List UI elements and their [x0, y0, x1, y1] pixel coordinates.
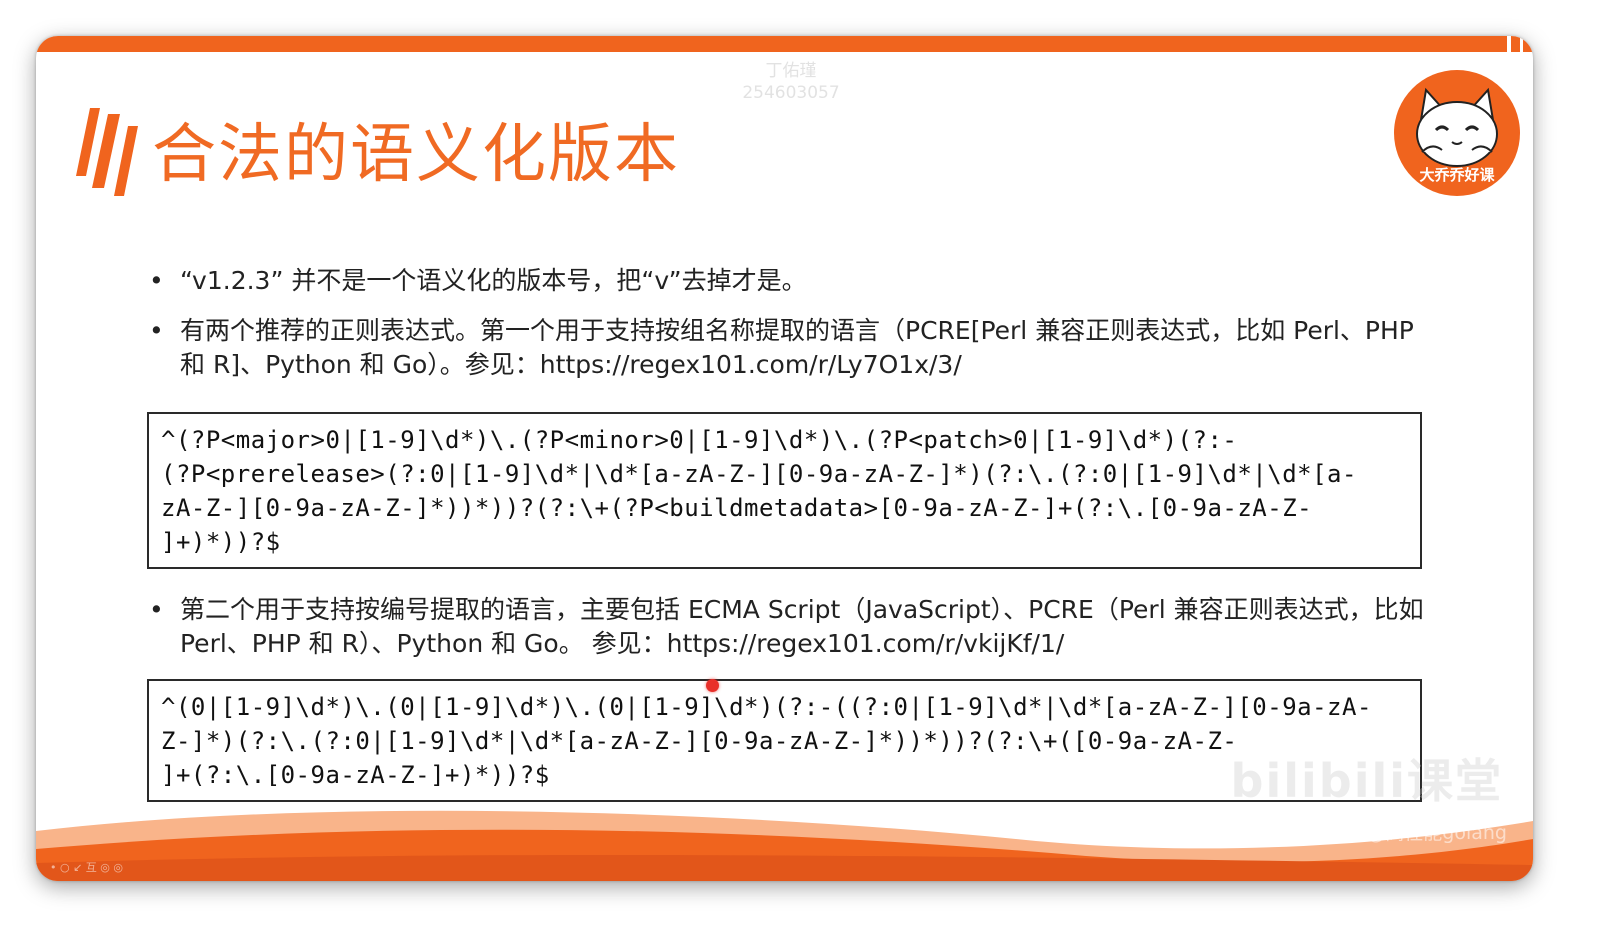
- bullet-marker: •: [149, 595, 164, 624]
- code-line: (?P<prerelease>(?:0|[1-9]\d*|\d*[a-zA-Z-…: [161, 460, 1357, 488]
- laser-pointer-dot: [706, 679, 719, 692]
- bullet-marker: •: [149, 316, 164, 345]
- code-line: zA-Z-][0-9a-zA-Z-]*))*))?(?:\+(?P<buildm…: [161, 494, 1313, 522]
- author-watermark: @高性能golang: [1366, 822, 1507, 844]
- bullet-item-2: • 有两个推荐的正则表达式。第一个用于支持按组名称提取的语言（PCRE[Perl…: [149, 314, 1429, 382]
- logo-text: 大乔乔好课: [1419, 166, 1495, 184]
- slide-title: 合法的语义化版本: [152, 118, 680, 192]
- bullet-item-3: • 第二个用于支持按编号提取的语言，主要包括 ECMA Script（JavaS…: [149, 593, 1429, 661]
- code-line: ]+)*))?$: [161, 528, 281, 556]
- bottom-left-toolbar[interactable]: • ○ ↙ 互 ◎ ◎: [50, 859, 123, 875]
- bilibili-watermark: bilibili课堂: [1230, 754, 1503, 808]
- top-bar-notch-2: [1520, 36, 1523, 52]
- cat-logo-icon: 大乔乔好课: [1394, 70, 1520, 196]
- bullet-text: 有两个推荐的正则表达式。第一个用于支持按组名称提取的语言（PCRE[Perl 兼…: [180, 316, 1414, 379]
- bullet-text: 第二个用于支持按编号提取的语言，主要包括 ECMA Script（JavaScr…: [180, 595, 1424, 658]
- title-stripes-icon: [76, 108, 138, 196]
- top-bar-notch: [1507, 36, 1511, 52]
- bullet-text: “v1.2.3” 并不是一个语义化的版本号，把“v”去掉才是。: [180, 266, 807, 295]
- code-line: Z-]*)(?:\.(?:0|[1-9]\d*|\d*[a-zA-Z-][0-9…: [161, 727, 1238, 755]
- bullet-marker: •: [149, 266, 164, 295]
- code-line: ^(?P<major>0|[1-9]\d*)\.(?P<minor>0|[1-9…: [161, 426, 1238, 454]
- viewer-watermark-name: 丁佑瑾: [765, 61, 817, 81]
- code-line: ^(0|[1-9]\d*)\.(0|[1-9]\d*)\.(0|[1-9]\d*…: [161, 693, 1372, 721]
- top-accent-bar: [36, 36, 1533, 52]
- slide-frame: 丁佑瑾 254603057 合法的语义化版本 大乔乔好课 • “v1.2.3” …: [36, 36, 1533, 881]
- bullet-item-1: • “v1.2.3” 并不是一个语义化的版本号，把“v”去掉才是。: [149, 264, 1429, 298]
- regex-code-block-named-groups: ^(?P<major>0|[1-9]\d*)\.(?P<minor>0|[1-9…: [147, 412, 1422, 569]
- viewer-watermark: 丁佑瑾 254603057: [726, 60, 856, 104]
- code-line: ]+(?:\.[0-9a-zA-Z-]+)*))?$: [161, 761, 550, 789]
- bottom-wave-decoration: [36, 810, 1533, 881]
- viewer-watermark-id: 254603057: [742, 83, 840, 103]
